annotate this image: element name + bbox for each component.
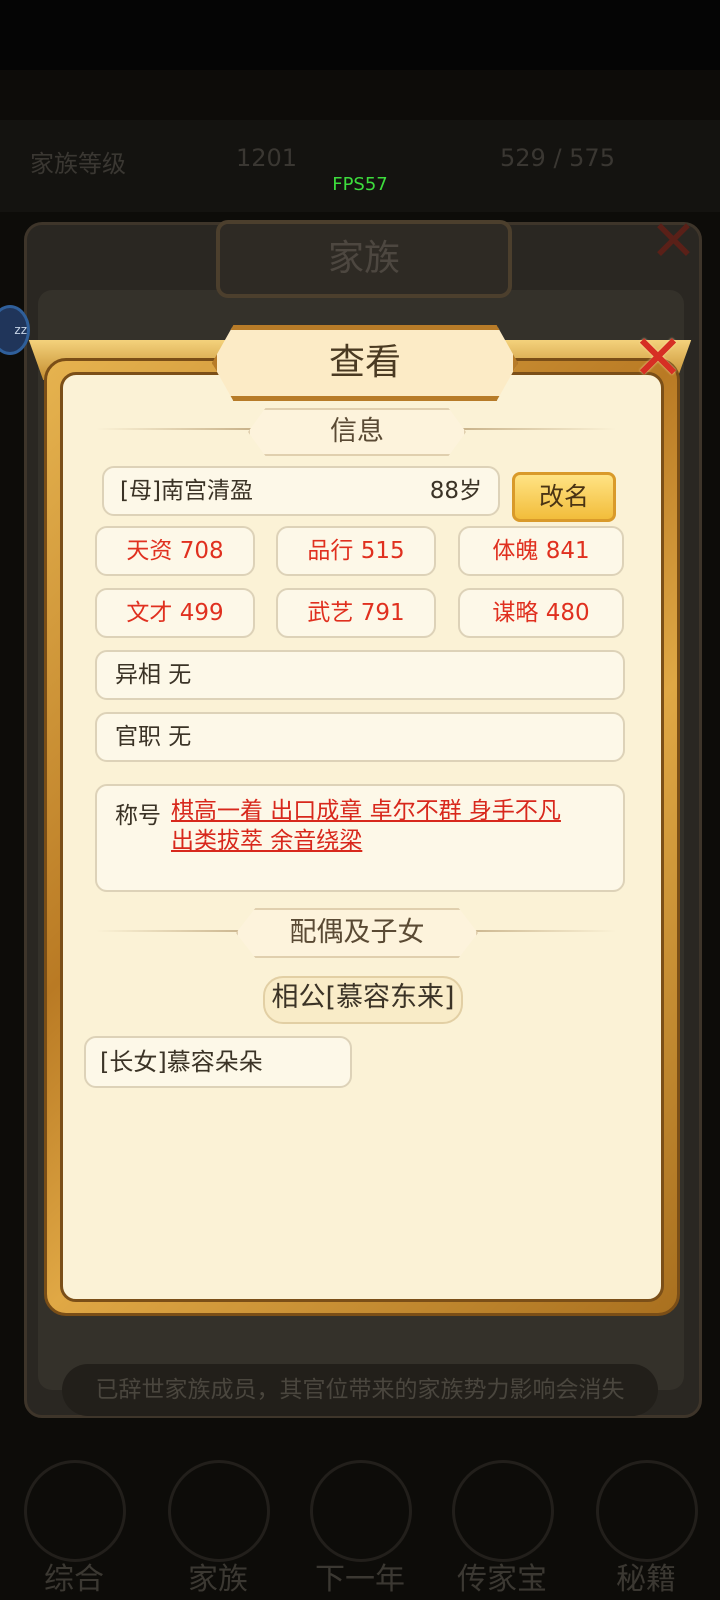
fps-counter: FPS57: [332, 174, 388, 195]
stat-literary: 文才 499: [95, 588, 255, 638]
titles-label: 称号: [115, 803, 161, 829]
stat-strategy: 谋略 480: [458, 588, 624, 638]
nav-item-general[interactable]: 综合: [4, 1450, 144, 1600]
family-panel-title: 家族: [216, 220, 512, 298]
nav-ring-icon: [168, 1460, 270, 1562]
deceased-notice: 已辞世家族成员，其官位带来的家族势力影响会消失: [62, 1364, 658, 1416]
nav-item-next-year[interactable]: 下一年: [290, 1450, 430, 1600]
rename-button[interactable]: 改名: [512, 472, 616, 522]
stat-talent: 天资 708: [95, 526, 255, 576]
nav-item-family[interactable]: 家族: [148, 1450, 288, 1600]
nav-ring-icon: [24, 1460, 126, 1562]
member-age: 88岁: [429, 478, 482, 504]
nav-ring-icon: [452, 1460, 554, 1562]
spouse-button[interactable]: 相公[慕容东来]: [263, 976, 463, 1024]
member-name: [母]南宫清盈: [120, 478, 253, 504]
nav-item-heirloom[interactable]: 传家宝: [432, 1450, 572, 1600]
family-close-icon[interactable]: ✕: [650, 214, 697, 270]
stat-physique: 体魄 841: [458, 526, 624, 576]
titles-field: 称号 棋高一着 出口成章 卓尔不群 身手不凡 出类拔萃 余音绕梁: [95, 784, 625, 892]
stat-morality: 品行 515: [276, 526, 436, 576]
nav-ring-icon: [310, 1460, 412, 1562]
section-title-info: 信息: [248, 408, 466, 456]
office-field: 官职 无: [95, 712, 625, 762]
top-black-bar: [0, 0, 720, 70]
trait-field: 异相 无: [95, 650, 625, 700]
titles-list[interactable]: 棋高一着 出口成章 卓尔不群 身手不凡 出类拔萃 余音绕梁: [171, 796, 591, 856]
nav-item-secrets[interactable]: 秘籍: [576, 1450, 716, 1600]
dialog-title: 查看: [212, 325, 518, 401]
status-mid: 1201: [236, 144, 298, 172]
close-icon[interactable]: ✕: [626, 326, 690, 390]
member-name-field: [母]南宫清盈 88岁: [102, 466, 500, 516]
nav-ring-icon: [596, 1460, 698, 1562]
section-title-family: 配偶及子女: [236, 908, 478, 958]
status-strip: 家族等级 1201 529 / 575: [0, 120, 720, 212]
child-item[interactable]: [长女]慕容朵朵: [84, 1036, 352, 1088]
bottom-nav: 综合 家族 下一年 传家宝 秘籍: [0, 1450, 720, 1600]
status-right: 529 / 575: [500, 144, 615, 172]
stat-martial: 武艺 791: [276, 588, 436, 638]
